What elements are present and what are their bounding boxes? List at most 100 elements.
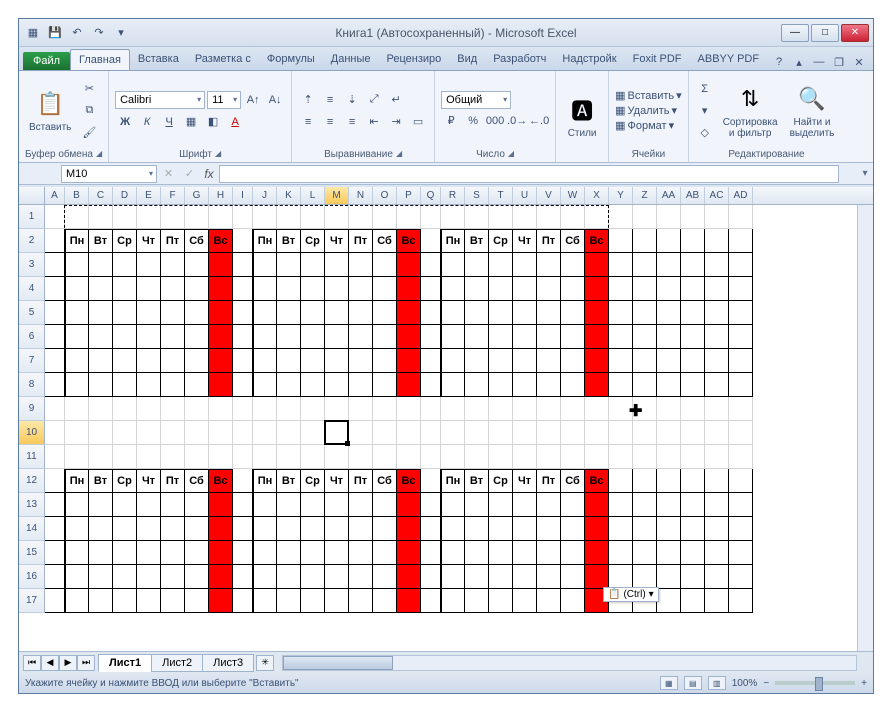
redo-icon[interactable]: ↷ <box>89 23 109 43</box>
row-header[interactable]: 3 <box>19 253 45 277</box>
cell[interactable] <box>657 469 681 493</box>
cell[interactable] <box>681 493 705 517</box>
cell[interactable] <box>209 301 233 325</box>
cell[interactable] <box>65 301 89 325</box>
cell[interactable]: Сб <box>561 469 585 493</box>
dialog-launcher-icon[interactable]: ◢ <box>215 149 221 160</box>
cell[interactable] <box>209 397 233 421</box>
cell[interactable] <box>373 325 397 349</box>
cell[interactable] <box>489 421 513 445</box>
cell[interactable] <box>513 373 537 397</box>
cell[interactable] <box>185 589 209 613</box>
row-header[interactable]: 4 <box>19 277 45 301</box>
cell[interactable] <box>45 325 65 349</box>
font-color-icon[interactable]: A <box>225 112 245 132</box>
cell[interactable] <box>325 301 349 325</box>
column-header[interactable]: H <box>209 187 233 204</box>
cell[interactable] <box>373 445 397 469</box>
cell[interactable] <box>349 541 373 565</box>
cell[interactable]: Вт <box>465 469 489 493</box>
cell[interactable] <box>373 253 397 277</box>
cell[interactable] <box>349 565 373 589</box>
cell[interactable] <box>657 205 681 229</box>
cell[interactable] <box>729 565 753 589</box>
cell[interactable] <box>397 325 421 349</box>
cell[interactable] <box>65 373 89 397</box>
cell[interactable] <box>397 445 421 469</box>
cell[interactable] <box>657 589 681 613</box>
format-cells-button[interactable]: ▦ Формат ▾ <box>615 119 682 132</box>
cell[interactable] <box>373 205 397 229</box>
cell[interactable]: Вс <box>397 469 421 493</box>
cell[interactable] <box>185 541 209 565</box>
format-painter-icon[interactable]: 🖌 <box>79 123 99 143</box>
cell[interactable] <box>277 325 301 349</box>
cell[interactable] <box>161 493 185 517</box>
cell[interactable] <box>253 349 277 373</box>
cell[interactable]: Сб <box>185 469 209 493</box>
cell[interactable] <box>609 349 633 373</box>
cell[interactable] <box>705 565 729 589</box>
cancel-icon[interactable]: ✕ <box>159 164 178 184</box>
cell[interactable] <box>465 421 489 445</box>
cell[interactable] <box>45 469 65 493</box>
cell[interactable] <box>277 445 301 469</box>
cell[interactable] <box>421 373 441 397</box>
cell[interactable] <box>585 205 609 229</box>
wrap-text-icon[interactable]: ↵ <box>386 90 406 110</box>
cell[interactable] <box>233 445 253 469</box>
cell[interactable] <box>729 277 753 301</box>
cell[interactable] <box>209 349 233 373</box>
cell[interactable] <box>441 421 465 445</box>
cell[interactable] <box>465 373 489 397</box>
cell[interactable] <box>585 493 609 517</box>
cell[interactable] <box>45 445 65 469</box>
cell[interactable] <box>301 517 325 541</box>
cell[interactable] <box>585 373 609 397</box>
cell[interactable]: Сб <box>373 469 397 493</box>
ribbon-tab-1[interactable]: Вставка <box>130 49 187 70</box>
bold-icon[interactable]: Ж <box>115 112 135 132</box>
cell[interactable] <box>513 445 537 469</box>
cell[interactable] <box>301 565 325 589</box>
cell[interactable] <box>421 493 441 517</box>
ribbon-tab-6[interactable]: Вид <box>449 49 485 70</box>
increase-indent-icon[interactable]: ⇥ <box>386 112 406 132</box>
cell[interactable] <box>89 397 113 421</box>
cell[interactable] <box>537 325 561 349</box>
cell[interactable] <box>253 277 277 301</box>
cell[interactable] <box>705 277 729 301</box>
cell[interactable] <box>489 277 513 301</box>
cell[interactable] <box>45 277 65 301</box>
cell[interactable] <box>441 325 465 349</box>
cell[interactable]: Пт <box>161 469 185 493</box>
cell[interactable] <box>137 373 161 397</box>
cell[interactable] <box>537 541 561 565</box>
cell[interactable] <box>705 493 729 517</box>
cell[interactable] <box>585 565 609 589</box>
cell[interactable]: Чт <box>137 229 161 253</box>
cell[interactable] <box>277 397 301 421</box>
cell[interactable] <box>89 565 113 589</box>
cell[interactable] <box>397 589 421 613</box>
cell[interactable] <box>705 229 729 253</box>
maximize-button[interactable]: □ <box>811 24 839 42</box>
cell[interactable] <box>137 517 161 541</box>
cell[interactable] <box>113 493 137 517</box>
cell[interactable] <box>421 229 441 253</box>
cell[interactable] <box>657 421 681 445</box>
cell[interactable] <box>657 517 681 541</box>
cell[interactable] <box>325 397 349 421</box>
cell[interactable] <box>45 301 65 325</box>
cell[interactable] <box>537 589 561 613</box>
zoom-slider[interactable] <box>775 681 855 685</box>
cell[interactable] <box>233 517 253 541</box>
column-header[interactable]: F <box>161 187 185 204</box>
cell[interactable] <box>301 301 325 325</box>
cell[interactable] <box>325 205 349 229</box>
cell[interactable] <box>561 373 585 397</box>
cell[interactable] <box>561 589 585 613</box>
cell[interactable] <box>185 517 209 541</box>
cell[interactable] <box>349 445 373 469</box>
cell[interactable] <box>421 565 441 589</box>
